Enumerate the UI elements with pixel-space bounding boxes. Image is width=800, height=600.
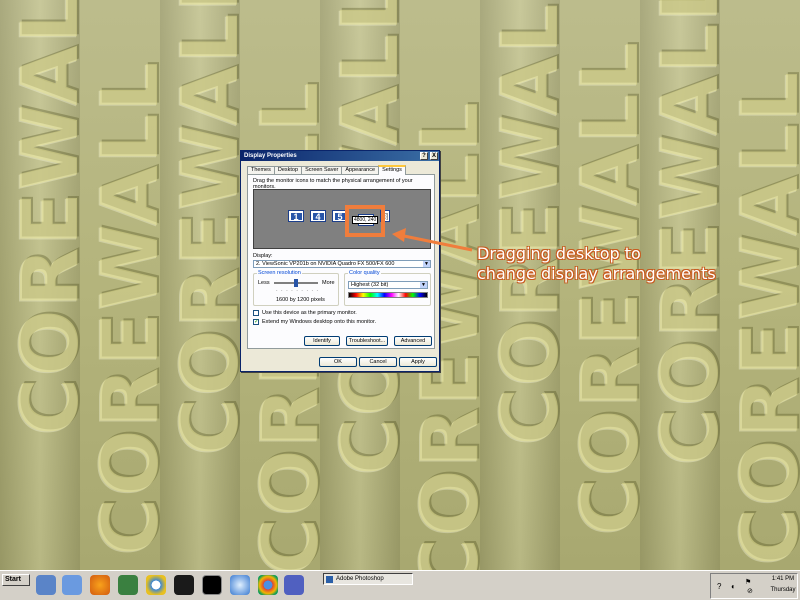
wallpaper-text: COREWALL xyxy=(486,0,576,446)
photoshop-icon xyxy=(326,576,333,583)
highlight-box xyxy=(345,205,385,237)
identify-button[interactable]: Identify xyxy=(304,336,340,346)
security-tray-icon[interactable]: ⊘ xyxy=(747,587,753,595)
more-label: More xyxy=(322,280,335,286)
help-button[interactable]: ? xyxy=(420,152,428,160)
annotation-line-1: Dragging desktop to xyxy=(477,244,641,263)
color-quality-select[interactable]: Highest (32 bit) ▼ xyxy=(348,281,428,289)
tab-themes[interactable]: Themes xyxy=(247,166,275,174)
wallpaper-text: COREWALL xyxy=(6,0,96,436)
apply-button[interactable]: Apply xyxy=(399,357,437,367)
advanced-button[interactable]: Advanced xyxy=(394,336,432,346)
less-label: Less xyxy=(258,280,270,286)
chevron-down-icon: ▼ xyxy=(420,282,427,288)
primary-monitor-checkbox[interactable]: Use this device as the primary monitor. xyxy=(253,310,357,316)
annotation-line-2: change display arrangements xyxy=(477,264,716,283)
screen-resolution-group: Screen resolution Less More · · · · · · … xyxy=(253,270,339,306)
wallpaper-text: COREWALL xyxy=(166,0,256,456)
annotation-arrow-icon xyxy=(392,228,473,252)
color-quality-title: Color quality xyxy=(348,270,381,276)
tab-settings[interactable]: Settings xyxy=(378,165,406,175)
taskbar: Start Adobe Photoshop ? ◐ ⚑ ⊘ 1:41 PM Th… xyxy=(0,570,800,600)
taskbar-task-photoshop[interactable]: Adobe Photoshop xyxy=(323,573,413,585)
display-select-value: 2. ViewSonic VP201b on NVIDIA Quadro FX … xyxy=(256,261,395,267)
color-spectrum-bar xyxy=(348,292,428,298)
wallpaper-text: COREWALL xyxy=(566,40,656,536)
display-properties-dialog: Display Properties ? X Themes Desktop Sc… xyxy=(240,150,440,372)
start-label: Start xyxy=(5,576,21,583)
wallpaper-text: COREWALL xyxy=(86,60,176,556)
explorer-icon[interactable] xyxy=(36,575,56,595)
chevron-down-icon: ▼ xyxy=(423,261,430,267)
task-label: Adobe Photoshop xyxy=(336,576,384,582)
screen-resolution-title: Screen resolution xyxy=(257,270,302,276)
video-icon[interactable] xyxy=(174,575,194,595)
firefox-icon[interactable] xyxy=(90,575,110,595)
clock-day: Thursday xyxy=(770,587,796,593)
mouse-tray-icon[interactable]: ◐ xyxy=(731,582,736,591)
tab-strip: Themes Desktop Screen Saver Appearance S… xyxy=(247,165,406,175)
safari-icon[interactable] xyxy=(230,575,250,595)
tab-appearance[interactable]: Appearance xyxy=(341,166,380,174)
annotation-callout: Dragging desktop to change display arran… xyxy=(477,244,777,284)
clock[interactable]: 1:41 PM Thursday xyxy=(768,576,798,593)
start-button[interactable]: Start xyxy=(2,574,30,586)
dialog-titlebar[interactable]: Display Properties ? X xyxy=(241,151,439,161)
monitor-1[interactable]: 1 xyxy=(288,210,304,222)
troubleshoot-button[interactable]: Troubleshoot... xyxy=(346,336,388,346)
slider-ticks: · · · · · · · · · xyxy=(276,288,320,294)
display-label: Display: xyxy=(253,253,273,259)
color-quality-group: Color quality Highest (32 bit) ▼ xyxy=(344,270,431,306)
resolution-value: 1600 by 1200 pixels xyxy=(276,297,325,303)
monitor-4[interactable]: 4 xyxy=(310,210,326,222)
tab-desktop[interactable]: Desktop xyxy=(273,166,303,174)
cmd-icon[interactable] xyxy=(202,575,222,595)
checkbox-box[interactable] xyxy=(253,310,259,316)
display-select[interactable]: 2. ViewSonic VP201b on NVIDIA Quadro FX … xyxy=(253,260,431,268)
cancel-button[interactable]: Cancel xyxy=(359,357,397,367)
close-button[interactable]: X xyxy=(430,152,438,160)
extend-desktop-checkbox[interactable]: ✓ Extend my Windows desktop onto this mo… xyxy=(253,319,376,325)
ok-button[interactable]: OK xyxy=(319,357,357,367)
wallpaper-text: COREWALL xyxy=(646,0,736,466)
chrome-icon[interactable] xyxy=(258,575,278,595)
help-tray-icon[interactable]: ? xyxy=(717,582,721,591)
computer-icon[interactable] xyxy=(62,575,82,595)
settings-panel: Drag the monitor icons to match the phys… xyxy=(247,174,435,349)
extend-desktop-label: Extend my Windows desktop onto this moni… xyxy=(262,319,377,325)
flag-tray-icon[interactable]: ⚑ xyxy=(745,578,751,586)
chrome-ring-icon[interactable] xyxy=(146,575,166,595)
tools-icon[interactable] xyxy=(118,575,138,595)
wallpaper-text: COREWALL xyxy=(726,70,800,566)
clock-time: 1:41 PM xyxy=(771,576,795,582)
tab-screen-saver[interactable]: Screen Saver xyxy=(301,166,343,174)
resolution-slider-thumb[interactable] xyxy=(294,279,298,287)
dialog-title: Display Properties xyxy=(244,153,297,159)
primary-monitor-label: Use this device as the primary monitor. xyxy=(262,310,357,316)
app-icon[interactable] xyxy=(284,575,304,595)
checkbox-box-checked[interactable]: ✓ xyxy=(253,319,259,325)
color-quality-value: Highest (32 bit) xyxy=(351,282,389,288)
